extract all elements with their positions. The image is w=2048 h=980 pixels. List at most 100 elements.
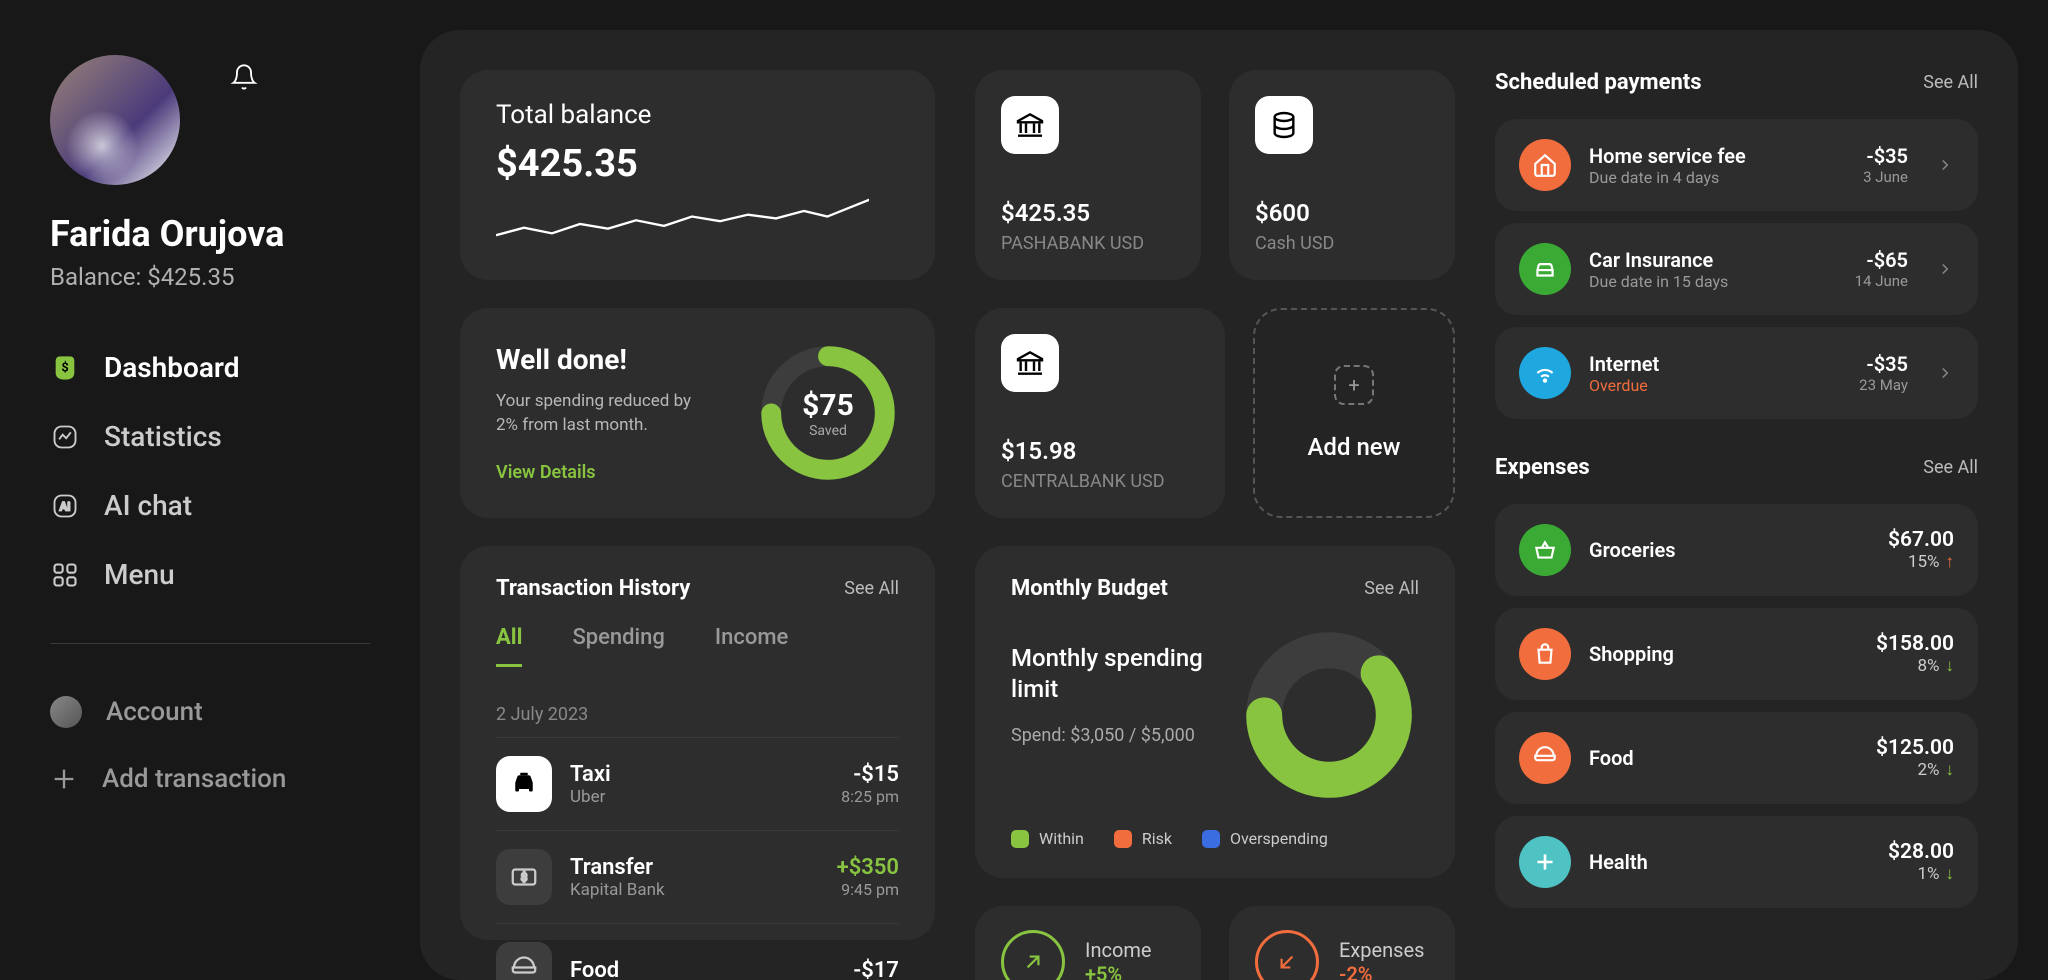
transaction-date: 2 July 2023 — [496, 692, 899, 737]
tx-amount: +$350 — [837, 855, 899, 880]
welldone-desc: Your spending reduced by 2% from last mo… — [496, 390, 696, 438]
account-name: CENTRALBANK USD — [1001, 471, 1199, 492]
account-amount: $600 — [1255, 199, 1429, 227]
account-name: Cash USD — [1255, 233, 1429, 254]
nav-dashboard-label: Dashboard — [104, 351, 240, 384]
account-card[interactable]: $600 Cash USD — [1229, 70, 1455, 280]
total-balance-amount: $425.35 — [496, 142, 899, 186]
expense-item[interactable]: Shopping $158.00 8%↓ — [1495, 608, 1978, 700]
avatar[interactable] — [50, 55, 180, 185]
add-new-label: Add new — [1308, 433, 1401, 461]
exp-title: Food — [1589, 746, 1858, 770]
sched-amount: -$35 — [1863, 144, 1908, 168]
budget-see-all[interactable]: See All — [1364, 578, 1419, 599]
nav-aichat[interactable]: Ai AI chat — [50, 489, 370, 522]
arrow-down-icon: ↓ — [1946, 656, 1955, 676]
taxi-icon — [496, 756, 552, 812]
expense-item[interactable]: Food $125.00 2%↓ — [1495, 712, 1978, 804]
food-icon — [496, 942, 552, 980]
account-card[interactable]: $15.98 CENTRALBANK USD — [975, 308, 1225, 518]
expense-item[interactable]: Health $28.00 1%↓ — [1495, 816, 1978, 908]
transaction-tabs: All Spending Income — [496, 625, 899, 668]
expense-item[interactable]: Groceries $67.00 15%↑ — [1495, 504, 1978, 596]
cash-icon — [1255, 96, 1313, 154]
account-amount: $15.98 — [1001, 437, 1199, 465]
expenses-header: Expenses See All — [1495, 455, 1978, 480]
car-icon — [1519, 243, 1571, 295]
nav-add-transaction[interactable]: Add transaction — [50, 764, 370, 794]
tab-spending[interactable]: Spending — [572, 625, 664, 667]
exp-pct: 8% — [1917, 656, 1939, 676]
expenses-pct: -2% — [1339, 962, 1424, 980]
welldone-card: Well done! Your spending reduced by 2% f… — [460, 308, 935, 518]
welldone-title: Well done! — [496, 343, 696, 376]
scheduled-see-all[interactable]: See All — [1923, 72, 1978, 93]
sched-date: 3 June — [1863, 168, 1908, 186]
view-details-link[interactable]: View Details — [496, 462, 696, 483]
account-amount: $425.35 — [1001, 199, 1175, 227]
exp-title: Groceries — [1589, 538, 1870, 562]
transaction-row[interactable]: Taxi Uber -$15 8:25 pm — [496, 737, 899, 830]
nav-dashboard[interactable]: $ Dashboard — [50, 351, 370, 384]
tx-time: 9:45 pm — [837, 880, 899, 899]
nav-statistics[interactable]: Statistics — [50, 420, 370, 453]
bank-icon — [1001, 334, 1059, 392]
chevron-right-icon — [1936, 156, 1954, 174]
exp-amount: $28.00 — [1888, 840, 1954, 864]
nav-add-transaction-label: Add transaction — [102, 764, 286, 794]
tx-title: Taxi — [570, 762, 823, 787]
legend-risk: Risk — [1142, 829, 1172, 848]
exp-amount: $67.00 — [1888, 528, 1954, 552]
basket-icon — [1519, 524, 1571, 576]
account-avatar-icon — [50, 696, 82, 728]
expenses-stat[interactable]: Expenses -2% — [1229, 906, 1455, 980]
budget-spend: Spend: $3,050 / $5,000 — [1011, 725, 1209, 746]
sched-title: Internet — [1589, 352, 1841, 376]
dashboard-icon: $ — [50, 353, 80, 383]
arrow-down-icon: ↓ — [1946, 760, 1955, 780]
transfer-icon: $ — [496, 849, 552, 905]
svg-text:$: $ — [61, 360, 68, 375]
home-icon — [1519, 139, 1571, 191]
scheduled-item[interactable]: Car Insurance Due date in 15 days -$65 1… — [1495, 223, 1978, 315]
transactions-see-all[interactable]: See All — [844, 578, 899, 599]
tab-income[interactable]: Income — [715, 625, 788, 667]
tx-time: 8:25 pm — [841, 787, 899, 806]
nav-menu[interactable]: Menu — [50, 558, 370, 591]
bell-icon[interactable] — [230, 63, 258, 91]
budget-donut — [1239, 625, 1419, 805]
chevron-right-icon — [1936, 364, 1954, 382]
saved-amount: $75 — [802, 388, 854, 423]
tx-title: Transfer — [570, 855, 819, 880]
main-panel: Total balance $425.35 Well done! Your sp… — [420, 30, 2018, 980]
exp-amount: $158.00 — [1876, 632, 1954, 656]
tx-amount: -$17 — [853, 958, 899, 980]
plus-icon — [50, 765, 78, 793]
bag-icon — [1519, 628, 1571, 680]
tab-all[interactable]: All — [496, 625, 522, 667]
sched-due: Due date in 4 days — [1589, 168, 1845, 187]
tx-sub: Kapital Bank — [570, 880, 819, 900]
add-new-account[interactable]: + Add new — [1253, 308, 1455, 518]
scheduled-item[interactable]: Home service fee Due date in 4 days -$35… — [1495, 119, 1978, 211]
nav-menu-label: Menu — [104, 558, 175, 591]
transaction-row[interactable]: Food -$17 — [496, 923, 899, 980]
income-stat[interactable]: Income +5% — [975, 906, 1201, 980]
transaction-row[interactable]: $ Transfer Kapital Bank +$350 9:45 pm — [496, 830, 899, 923]
nav-account[interactable]: Account — [50, 696, 370, 728]
arrow-down-icon: ↓ — [1946, 864, 1955, 884]
exp-amount: $125.00 — [1876, 736, 1954, 760]
nav-statistics-label: Statistics — [104, 420, 222, 453]
expenses-see-all[interactable]: See All — [1923, 457, 1978, 478]
account-card[interactable]: $425.35 PASHABANK USD — [975, 70, 1201, 280]
saved-label: Saved — [809, 423, 847, 439]
divider — [50, 643, 370, 644]
sched-due: Overdue — [1589, 376, 1841, 395]
scheduled-item[interactable]: Internet Overdue -$35 23 May — [1495, 327, 1978, 419]
menu-icon — [50, 560, 80, 590]
balance-sparkline — [496, 196, 869, 252]
sched-amount: -$65 — [1855, 248, 1908, 272]
tx-title: Food — [570, 958, 835, 980]
scheduled-header: Scheduled payments See All — [1495, 70, 1978, 95]
user-name: Farida Orujova — [50, 213, 370, 255]
